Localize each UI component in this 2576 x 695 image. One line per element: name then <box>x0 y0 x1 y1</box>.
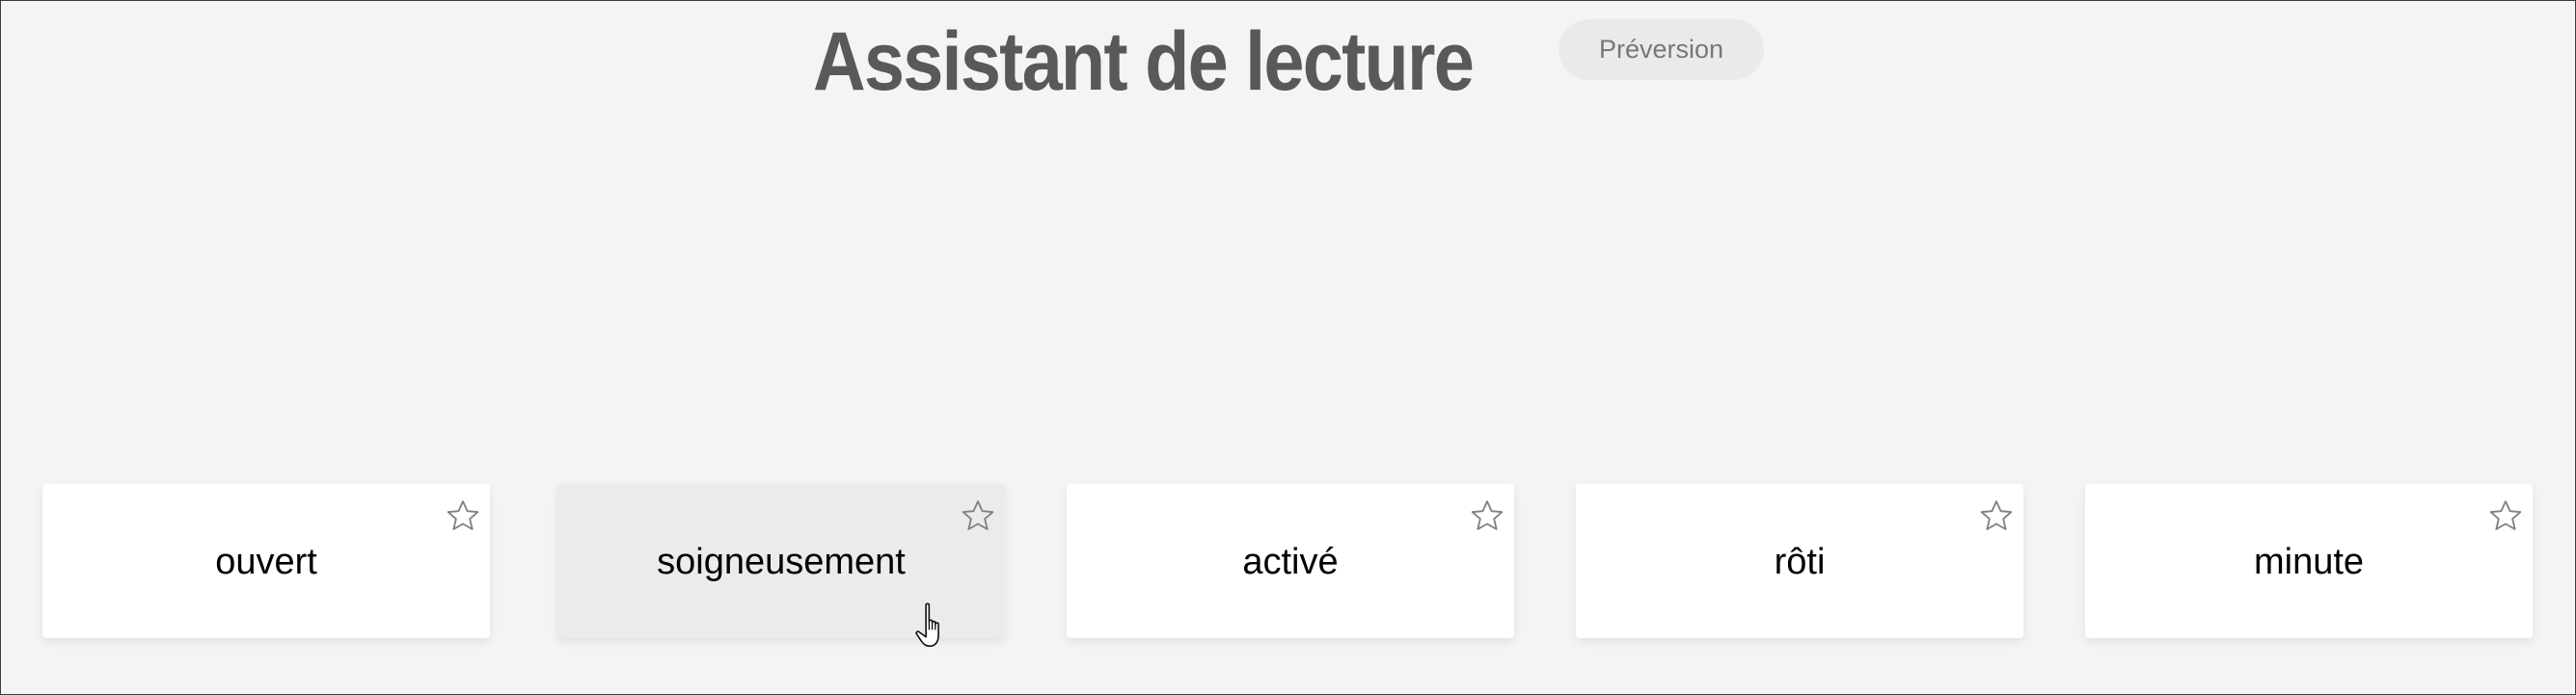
preview-badge: Préversion <box>1559 19 1764 80</box>
star-icon[interactable] <box>1977 497 2016 536</box>
word-label: ouvert <box>215 541 317 582</box>
word-label: rôti <box>1774 541 1826 582</box>
word-card-3[interactable]: rôti <box>1576 484 2023 638</box>
word-label: soigneusement <box>657 541 906 582</box>
hand-cursor-icon <box>915 602 939 648</box>
word-label: minute <box>2253 541 2365 582</box>
word-card-0[interactable]: ouvert <box>42 484 490 638</box>
star-icon[interactable] <box>444 497 482 536</box>
star-icon[interactable] <box>2486 497 2525 536</box>
word-card-2[interactable]: activé <box>1067 484 1514 638</box>
star-icon[interactable] <box>959 497 997 536</box>
word-card-4[interactable]: minute <box>2085 484 2533 638</box>
star-icon[interactable] <box>1468 497 1506 536</box>
word-label: activé <box>1242 541 1339 582</box>
page-title: Assistant de lecture <box>813 15 1475 108</box>
